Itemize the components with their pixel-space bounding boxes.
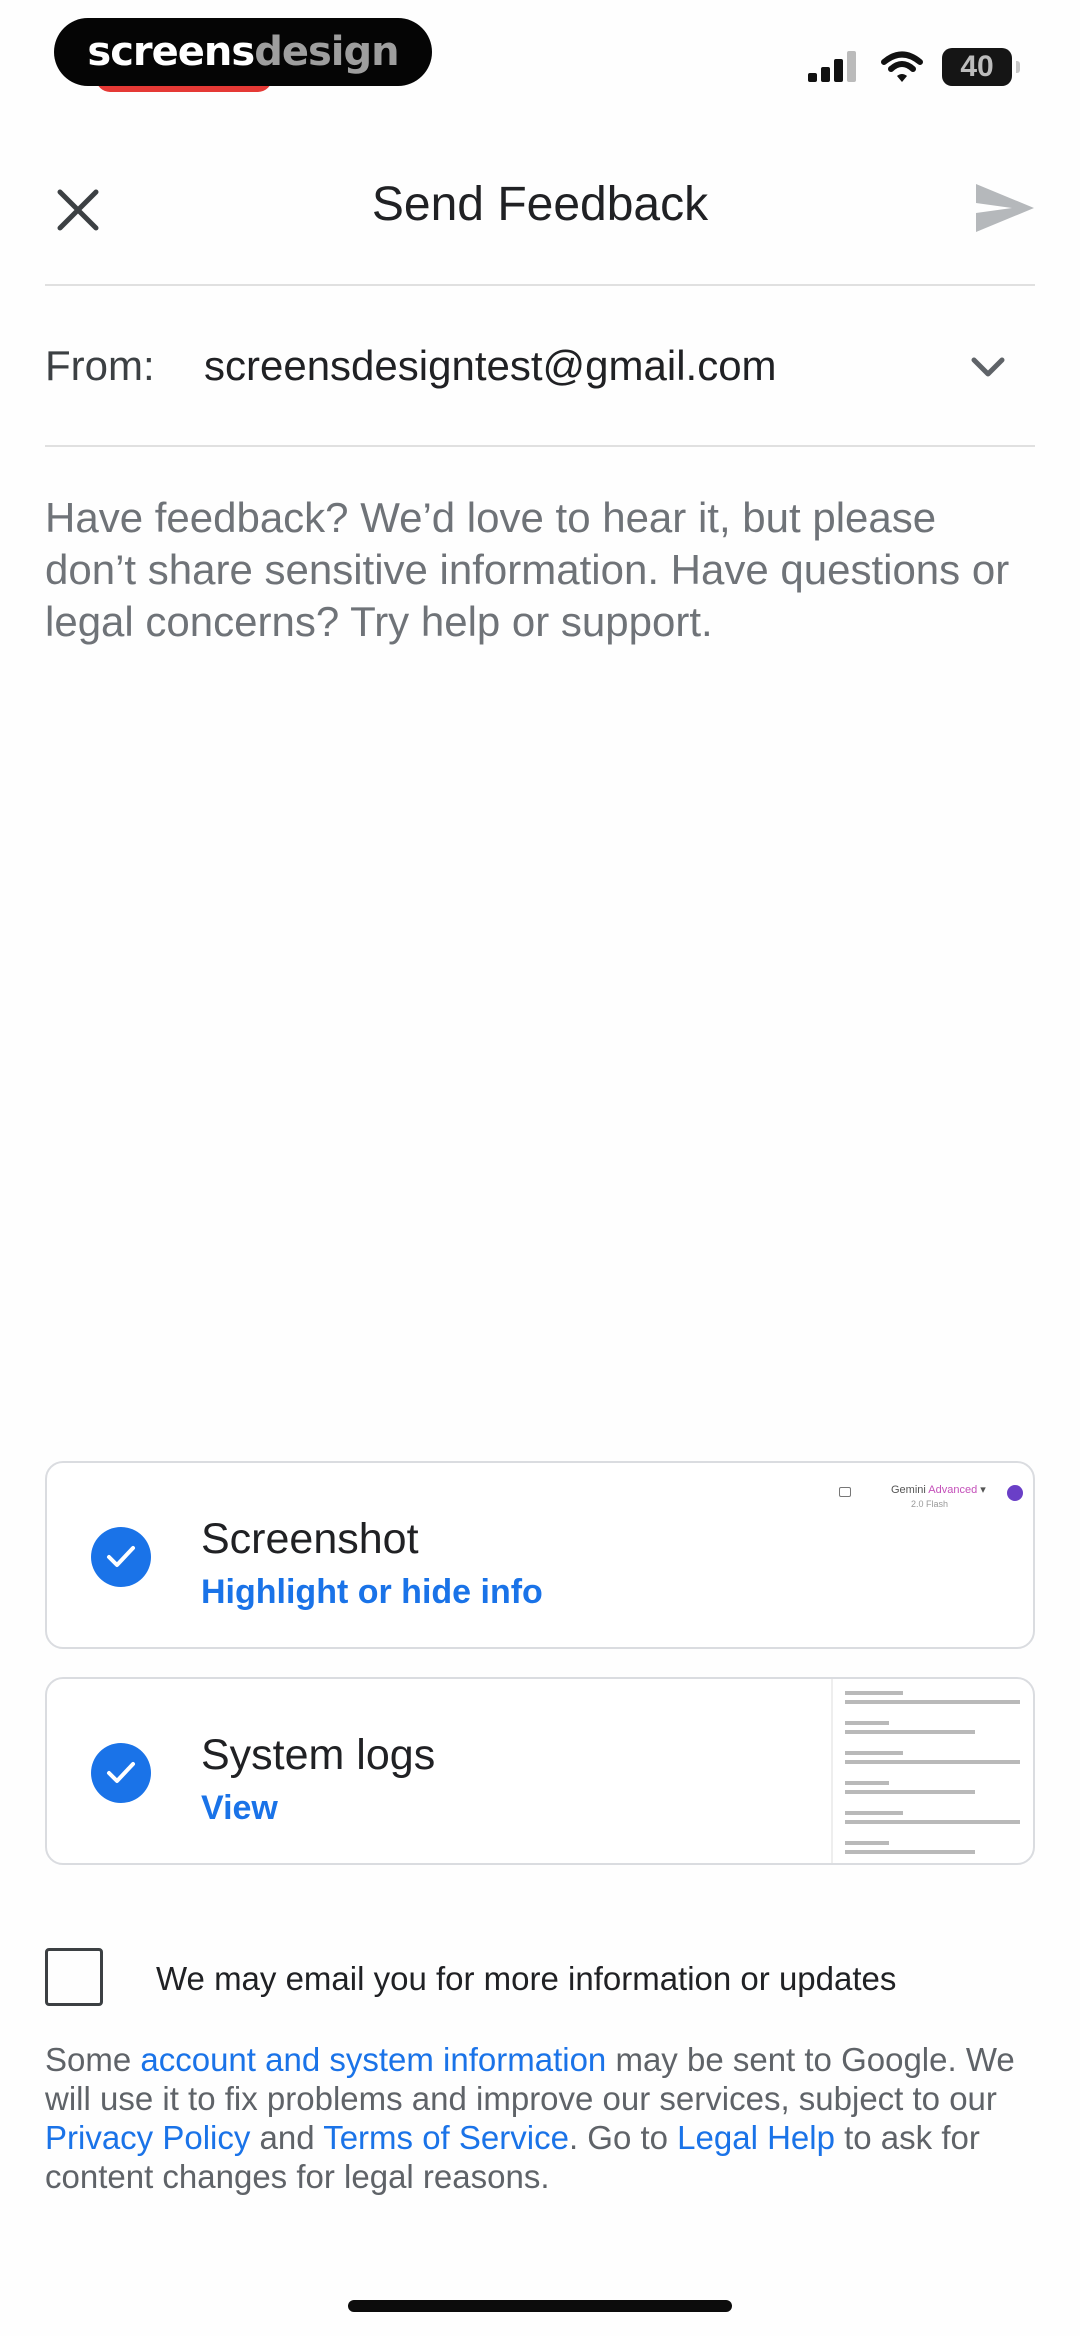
- from-divider: [45, 445, 1035, 447]
- home-indicator[interactable]: [348, 2300, 732, 2312]
- email-optin-label: We may email you for more information or…: [156, 1960, 897, 1997]
- from-account-select[interactable]: screensdesigntest@gmail.com: [204, 342, 777, 390]
- log-line: [845, 1751, 903, 1755]
- screenshot-title: Screenshot: [201, 1515, 419, 1563]
- avatar: [1007, 1485, 1023, 1501]
- log-line: [845, 1820, 1020, 1824]
- wifi-icon: [881, 51, 923, 82]
- account-info-link[interactable]: account and system information: [140, 2041, 606, 2078]
- legal-help-link[interactable]: Legal Help: [677, 2119, 835, 2156]
- brand-text-part2: design: [254, 29, 399, 75]
- thumb-model-name: 2.0 Flash: [911, 1499, 949, 1509]
- privacy-policy-link[interactable]: Privacy Policy: [45, 2119, 250, 2156]
- legal-notice: Some account and system information may …: [45, 2040, 1035, 2196]
- check-icon: [107, 1762, 135, 1783]
- signal-icon: [808, 51, 856, 82]
- system-logs-card: System logs View: [45, 1677, 1035, 1865]
- legal-text: and: [250, 2119, 324, 2156]
- screenshot-card: Screenshot Highlight or hide info Gemini…: [45, 1461, 1035, 1649]
- legal-text: . Go to: [568, 2119, 678, 2156]
- chat-icon: [839, 1487, 851, 1497]
- check-icon: [107, 1546, 135, 1567]
- brand-text-part1: screens: [87, 29, 255, 75]
- battery-level: 40: [960, 50, 994, 83]
- send-icon: [976, 184, 1034, 232]
- log-line: [845, 1841, 889, 1845]
- battery-indicator: 40: [942, 48, 1020, 86]
- screenshot-checkbox[interactable]: [91, 1527, 151, 1587]
- thumb-app-name: Gemini Advanced ▾: [891, 1484, 986, 1496]
- log-line: [845, 1811, 903, 1815]
- view-logs-link[interactable]: View: [201, 1789, 278, 1828]
- legal-text: Some: [45, 2041, 141, 2078]
- email-optin-checkbox[interactable]: [45, 1948, 103, 2006]
- screenshot-thumbnail[interactable]: Gemini Advanced ▾ 2.0 Flash: [833, 1463, 1033, 1647]
- header-divider: [45, 284, 1035, 286]
- logs-thumbnail[interactable]: [831, 1679, 1033, 1863]
- brand-logo: screens design: [54, 18, 432, 86]
- system-logs-title: System logs: [201, 1731, 436, 1779]
- log-line: [845, 1790, 975, 1794]
- terms-of-service-link[interactable]: Terms of Service: [323, 2119, 569, 2156]
- feedback-input[interactable]: Have feedback? We’d love to hear it, but…: [45, 492, 1035, 1392]
- system-logs-checkbox[interactable]: [91, 1743, 151, 1803]
- log-line: [845, 1721, 889, 1725]
- highlight-hide-link[interactable]: Highlight or hide info: [201, 1573, 543, 1612]
- log-line: [845, 1700, 1020, 1704]
- log-line: [845, 1730, 975, 1734]
- log-line: [845, 1691, 903, 1695]
- log-line: [845, 1781, 889, 1785]
- page-title: Send Feedback: [371, 178, 709, 231]
- account-dropdown-button[interactable]: [968, 348, 1008, 388]
- status-icons: 40: [806, 48, 1020, 86]
- log-line: [845, 1760, 1020, 1764]
- from-label: From:: [45, 342, 155, 389]
- send-button[interactable]: [974, 180, 1036, 236]
- chevron-down-icon: [971, 357, 1005, 377]
- log-line: [845, 1850, 975, 1854]
